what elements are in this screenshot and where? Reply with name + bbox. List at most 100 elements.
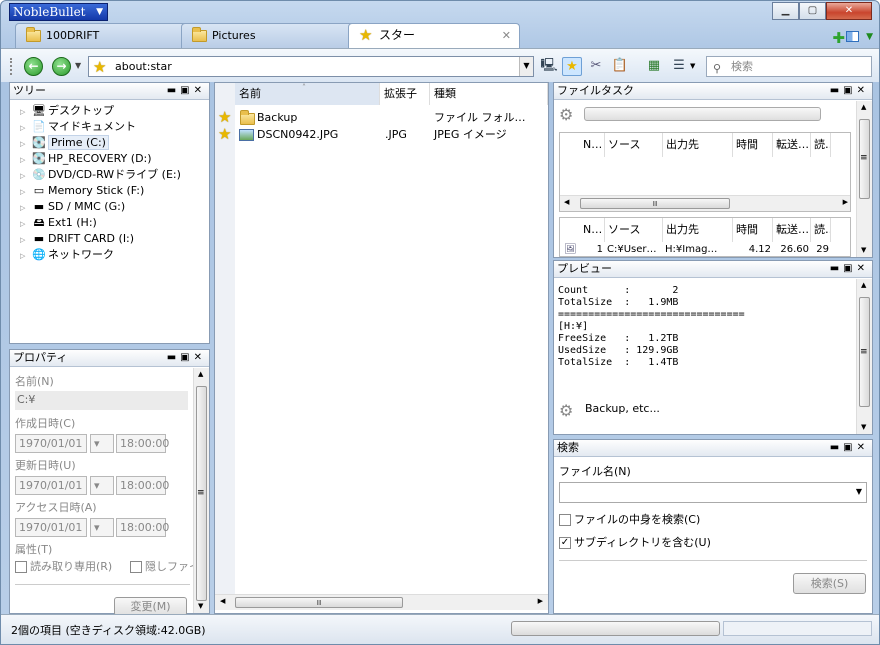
pane-controls[interactable]: ▬▣✕ xyxy=(830,440,869,456)
tab-menu-arrow-icon[interactable]: ▼ xyxy=(866,32,873,42)
created-time-field[interactable]: 18:00:00 xyxy=(116,434,169,453)
close-tab-icon[interactable]: ✕ xyxy=(502,24,511,47)
column-header-ext[interactable]: 拡張子 xyxy=(380,83,430,105)
scroll-up-icon[interactable]: ▲ xyxy=(198,370,203,378)
forward-button[interactable]: → xyxy=(52,57,71,76)
file-list-hscrollbar[interactable]: ◀ Ⅲ ▶ xyxy=(215,594,548,610)
task-column-header[interactable]: N… xyxy=(580,133,605,157)
modified-date-field[interactable]: 1970/01/01 xyxy=(15,476,87,495)
created-calendar-dropdown[interactable]: ▾ xyxy=(90,434,114,453)
tree-item[interactable]: ▷ ▭ Memory Stick (F:) xyxy=(20,183,144,199)
task-grid-hscrollbar[interactable]: ◀ Ⅲ ▶ xyxy=(560,195,850,211)
tree-item[interactable]: ▷ 💽 HP_RECOVERY (D:) xyxy=(20,151,152,167)
tree-item[interactable]: ▷ ▬ DRIFT CARD (I:) xyxy=(20,231,134,247)
tree-item[interactable]: ▷ 💿 DVD/CD-RWドライブ (E:) xyxy=(20,167,181,183)
task-column-header[interactable]: 転送… xyxy=(773,218,811,242)
maximize-button[interactable]: ▢ xyxy=(799,2,826,20)
task-column-header[interactable]: 読… xyxy=(811,218,831,242)
scroll-down-icon[interactable]: ▼ xyxy=(861,246,866,254)
tab-100drift[interactable]: 100DRIFT xyxy=(15,23,190,48)
task-column-header[interactable]: 転送… xyxy=(773,133,811,157)
accessed-time-field[interactable]: 18:00:00 xyxy=(116,518,169,537)
view-list-icon[interactable]: ☰ xyxy=(669,57,689,76)
modified-calendar-dropdown[interactable]: ▾ xyxy=(90,476,114,495)
expand-icon[interactable]: ▷ xyxy=(20,200,30,216)
tab-pictures[interactable]: Pictures xyxy=(181,23,356,48)
filename-combobox[interactable]: ▼ xyxy=(559,482,867,503)
file-row[interactable]: ★ DSCN0942.JPG .JPG JPEG イメージ xyxy=(215,126,548,143)
accessed-date-field[interactable]: 1970/01/01 xyxy=(15,518,87,537)
window-layout-icon[interactable] xyxy=(846,31,859,42)
include-subdir-checkbox[interactable]: ✓ サブディレクトリを含む(U) xyxy=(559,534,711,550)
close-window-button[interactable]: ✕ xyxy=(826,2,872,20)
pane-controls[interactable]: ▬▣✕ xyxy=(167,350,206,366)
task-column-header[interactable]: 時間 xyxy=(733,218,773,242)
back-button[interactable]: ← xyxy=(24,57,43,76)
paste-icon[interactable]: 📋 xyxy=(610,57,630,76)
star-icon[interactable]: ★ xyxy=(218,110,231,125)
accessed-calendar-dropdown[interactable]: ▾ xyxy=(90,518,114,537)
toolbar-grip[interactable] xyxy=(10,58,13,75)
readonly-checkbox[interactable]: 読み取り専用(R) xyxy=(15,558,112,574)
panel-icon[interactable]: ▦ xyxy=(644,57,664,76)
tree-item[interactable]: ▷ 🖥 デスクトップ xyxy=(20,103,114,119)
favorites-star-icon[interactable]: ★ xyxy=(562,57,582,76)
star-icon[interactable]: ★ xyxy=(218,127,231,142)
task-column-header[interactable]: 出力先 xyxy=(663,133,733,157)
pane-controls[interactable]: ▬▣✕ xyxy=(830,261,869,277)
address-bar[interactable]: ★ about:star ▼ xyxy=(88,56,534,77)
history-dropdown-icon[interactable]: ▼ xyxy=(75,61,81,70)
created-date-field[interactable]: 1970/01/01 xyxy=(15,434,87,453)
expand-icon[interactable]: ▷ xyxy=(20,152,30,168)
search-button[interactable]: 検索(S) xyxy=(793,573,866,594)
task-column-header[interactable]: ソース xyxy=(605,218,663,242)
search-content-checkbox[interactable]: ファイルの中身を検索(C) xyxy=(559,511,700,527)
computer-icon[interactable]: 🖳 xyxy=(539,57,559,76)
pane-controls[interactable]: ▬▣✕ xyxy=(830,83,869,99)
scroll-right-icon[interactable]: ▶ xyxy=(843,198,848,206)
tree-item[interactable]: ▷ 💽 Prime (C:) xyxy=(20,135,109,151)
expand-icon[interactable]: ▷ xyxy=(20,232,30,248)
task-row[interactable]: 🖼 1 C:¥User… H:¥Imag… 4.12 26.60 29 xyxy=(560,243,850,256)
pane-controls[interactable]: ▬▣✕ xyxy=(167,83,206,99)
tab-star[interactable]: ★ スター ✕ xyxy=(348,23,520,48)
modified-time-field[interactable]: 18:00:00 xyxy=(116,476,169,495)
scroll-left-icon[interactable]: ◀ xyxy=(564,198,569,206)
expand-icon[interactable]: ▷ xyxy=(20,248,30,264)
expand-icon[interactable]: ▷ xyxy=(20,120,30,136)
file-row[interactable]: ★ Backup ファイル フォル… xyxy=(215,109,548,126)
address-dropdown-icon[interactable]: ▼ xyxy=(519,57,533,76)
column-header-type[interactable]: 種類 xyxy=(430,83,548,105)
cut-icon[interactable]: ✂ xyxy=(586,57,606,76)
expand-icon[interactable]: ▷ xyxy=(20,184,30,200)
minimize-button[interactable]: ▁ xyxy=(772,2,799,20)
task-grid-hscroll-thumb[interactable]: Ⅲ xyxy=(580,198,730,209)
expand-icon[interactable]: ▷ xyxy=(20,216,30,232)
filetask-scrollbar[interactable]: ▲ ≡ ▼ xyxy=(856,101,872,257)
properties-scrollbar[interactable]: ▲ ≡ ▼ xyxy=(193,368,209,613)
tree-item[interactable]: ▷ 📄 マイドキュメント xyxy=(20,119,136,135)
scroll-up-icon[interactable]: ▲ xyxy=(861,103,866,111)
tree-item[interactable]: ▷ 🖴 Ext1 (H:) xyxy=(20,215,97,231)
scroll-right-icon[interactable]: ▶ xyxy=(538,597,543,605)
name-field[interactable]: C:¥ xyxy=(15,391,188,410)
app-menu-button[interactable]: NobleBullet ▼ xyxy=(9,3,108,21)
expand-icon[interactable]: ▷ xyxy=(20,168,30,184)
preview-scrollbar[interactable]: ▲ ≡ ▼ xyxy=(856,279,872,434)
hidden-checkbox[interactable]: 隠しファイ xyxy=(130,558,194,574)
new-tab-icon[interactable]: ✚ xyxy=(832,29,845,47)
search-input[interactable]: ⚲ 検索 xyxy=(706,56,872,77)
scroll-up-icon[interactable]: ▲ xyxy=(861,281,866,289)
task-column-header[interactable]: N… xyxy=(580,218,605,242)
file-list-hscroll-thumb[interactable]: Ⅲ xyxy=(235,597,403,608)
tree-item[interactable]: ▷ ▬ SD / MMC (G:) xyxy=(20,199,125,215)
expand-icon[interactable]: ▷ xyxy=(20,104,30,120)
scroll-down-icon[interactable]: ▼ xyxy=(198,602,203,610)
scroll-left-icon[interactable]: ◀ xyxy=(220,597,225,605)
task-column-header[interactable]: ソース xyxy=(605,133,663,157)
expand-icon[interactable]: ▷ xyxy=(20,136,30,152)
scroll-down-icon[interactable]: ▼ xyxy=(861,423,866,431)
tree-item[interactable]: ▷ 🌐 ネットワーク xyxy=(20,247,114,263)
column-header-name[interactable]: 名前 ˄ xyxy=(235,83,380,105)
task-column-header[interactable]: 読… xyxy=(811,133,831,157)
